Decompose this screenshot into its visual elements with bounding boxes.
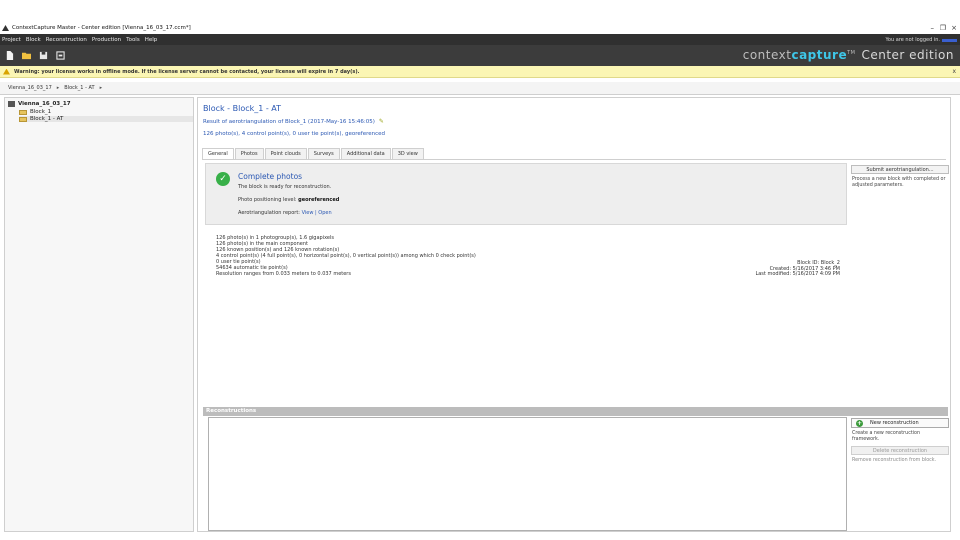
tree-block-label: Block_1 - AT bbox=[30, 116, 64, 122]
tab-photos[interactable]: Photos bbox=[234, 148, 264, 159]
submit-aerotriangulation-button[interactable]: Submit aerotriangulation... bbox=[851, 165, 949, 174]
menu-project[interactable]: Project bbox=[2, 37, 21, 43]
toolbar: contextcaptureTM Center edition bbox=[0, 45, 960, 66]
block-subtitle-text: Result of aerotriangulation of Block_1 (… bbox=[203, 119, 375, 125]
open-folder-icon[interactable] bbox=[22, 51, 31, 60]
block-tabs: General Photos Point clouds Surveys Addi… bbox=[202, 148, 425, 159]
reconstructions-list[interactable] bbox=[208, 417, 847, 531]
tab-general[interactable]: General bbox=[202, 148, 234, 159]
submit-aerotriangulation-desc: Process a new block with completed or ad… bbox=[852, 177, 946, 188]
positioning-level: Photo positioning level: georeferenced bbox=[238, 197, 339, 203]
settings-icon[interactable] bbox=[56, 51, 65, 60]
status-ready-text: The block is ready for reconstruction. bbox=[238, 184, 332, 190]
warning-close-button[interactable]: x bbox=[952, 68, 956, 75]
tab-point-clouds[interactable]: Point clouds bbox=[264, 148, 307, 159]
folder-icon bbox=[19, 109, 27, 115]
block-stats: 126 photo(s) in 1 photogroup(s), 1.6 gig… bbox=[216, 235, 476, 277]
breadcrumb-project[interactable]: Vienna_16_03_17 bbox=[8, 85, 52, 91]
aerotriangulation-report: Aerotriangulation report: View | Open bbox=[238, 210, 332, 216]
project-tree: Vienna_16_03_17 Block_1 Block_1 - AT bbox=[4, 97, 194, 532]
project-icon bbox=[8, 101, 15, 107]
tab-surveys[interactable]: Surveys bbox=[307, 148, 340, 159]
brand-capture: capture bbox=[791, 48, 848, 62]
breadcrumb-block[interactable]: Block_1 - AT bbox=[64, 85, 94, 91]
tree-block-label: Block_1 bbox=[30, 109, 52, 115]
status-heading: Complete photos bbox=[238, 172, 303, 181]
breadcrumb-separator-icon: ▸ bbox=[99, 85, 103, 91]
window-title: ContextCapture Master - Center edition [… bbox=[12, 25, 191, 31]
reconstructions-header: Reconstructions bbox=[203, 407, 948, 416]
menu-block[interactable]: Block bbox=[26, 37, 41, 43]
restore-button[interactable]: ❐ bbox=[940, 22, 946, 34]
stat-line: Resolution ranges from 0.033 meters to 0… bbox=[216, 271, 351, 277]
tree-block-1[interactable]: Block_1 bbox=[19, 109, 51, 115]
new-reconstruction-label: New reconstruction bbox=[870, 420, 919, 426]
positioning-level-value: georeferenced bbox=[298, 197, 340, 203]
tab-additional-data[interactable]: Additional data bbox=[340, 148, 391, 159]
block-title: Block - Block_1 - AT bbox=[203, 104, 282, 113]
report-label: Aerotriangulation report: bbox=[238, 210, 300, 216]
login-link[interactable] bbox=[942, 39, 957, 42]
login-status: You are not logged in. bbox=[885, 36, 940, 43]
menu-tools[interactable]: Tools bbox=[126, 37, 140, 43]
warning-icon bbox=[3, 68, 10, 75]
block-subtitle: Result of aerotriangulation of Block_1 (… bbox=[203, 118, 384, 125]
tree-block-1-at[interactable]: Block_1 - AT bbox=[19, 116, 193, 122]
menu-production[interactable]: Production bbox=[92, 37, 121, 43]
brand-edition: Center edition bbox=[861, 48, 954, 62]
status-panel: ✓ Complete photos The block is ready for… bbox=[205, 163, 847, 225]
modified-date: Last modified: 5/16/2017 4:09 PM bbox=[755, 271, 840, 278]
license-warning-text: Warning: your license works in offline m… bbox=[14, 68, 360, 75]
brand-context: context bbox=[742, 48, 792, 62]
menu-bar: Project Block Reconstruction Production … bbox=[0, 34, 960, 45]
license-warning-bar: Warning: your license works in offline m… bbox=[0, 66, 960, 78]
delete-reconstruction-button[interactable]: Delete reconstruction bbox=[851, 446, 949, 455]
brand-tm: TM bbox=[847, 50, 856, 56]
tree-project-label: Vienna_16_03_17 bbox=[18, 101, 71, 107]
window-titlebar: ContextCapture Master - Center edition [… bbox=[0, 22, 960, 34]
brand-logo: contextcaptureTM Center edition bbox=[743, 48, 954, 62]
tree-project[interactable]: Vienna_16_03_17 bbox=[8, 101, 71, 107]
app-logo-icon bbox=[2, 25, 9, 31]
delete-reconstruction-desc: Remove reconstruction from block. bbox=[852, 458, 937, 463]
check-icon: ✓ bbox=[216, 172, 230, 186]
new-reconstruction-desc: Create a new reconstruction framework. bbox=[852, 431, 921, 442]
menu-help[interactable]: Help bbox=[145, 37, 158, 43]
edit-pencil-icon[interactable]: ✎ bbox=[379, 118, 384, 125]
close-button[interactable]: × bbox=[951, 22, 957, 34]
block-main-panel: Block - Block_1 - AT Result of aerotrian… bbox=[197, 97, 951, 532]
folder-icon bbox=[19, 116, 27, 122]
save-icon[interactable] bbox=[39, 51, 48, 60]
plus-icon: + bbox=[856, 420, 863, 427]
positioning-level-label: Photo positioning level: bbox=[238, 197, 297, 203]
report-link[interactable]: View | Open bbox=[302, 210, 332, 216]
new-document-icon[interactable] bbox=[5, 51, 14, 60]
block-metadata: Block ID: Block_2 Created: 5/16/2017 3:4… bbox=[755, 260, 840, 278]
breadcrumb: Vienna_16_03_17 ▸ Block_1 - AT ▸ bbox=[0, 82, 960, 95]
tab-3d-view[interactable]: 3D view bbox=[391, 148, 424, 159]
tab-divider bbox=[202, 159, 946, 160]
breadcrumb-separator-icon: ▸ bbox=[56, 85, 60, 91]
menu-reconstruction[interactable]: Reconstruction bbox=[46, 37, 87, 43]
block-summary: 126 photo(s), 4 control point(s), 0 user… bbox=[203, 131, 385, 137]
new-reconstruction-button[interactable]: + New reconstruction bbox=[851, 418, 949, 428]
minimize-button[interactable]: – bbox=[931, 22, 935, 34]
